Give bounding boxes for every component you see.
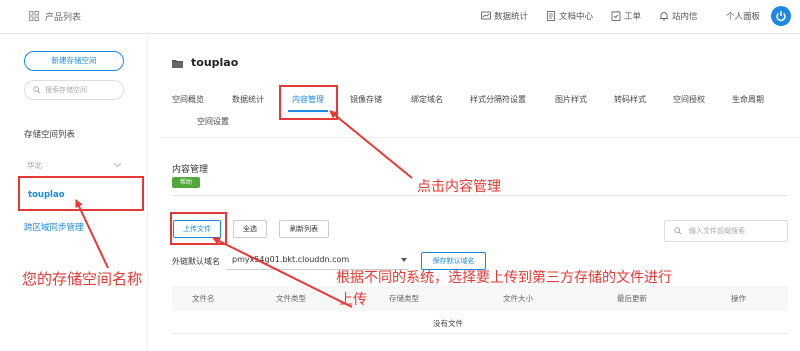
tab-mirror-storage[interactable]: 镜像存储 — [350, 94, 382, 105]
tab-lifecycle[interactable]: 生命周期 — [732, 94, 764, 105]
column-header[interactable]: 文件大小 — [503, 293, 533, 304]
column-header[interactable]: 文件名 — [192, 293, 215, 304]
tab-space-auth[interactable]: 空间授权 — [673, 94, 705, 105]
file-search-placeholder: 输入文件前缀搜索 — [689, 227, 745, 235]
nav-ticket[interactable]: 工单 — [611, 10, 641, 22]
top-bar: 产品列表 数据统计 文档中心 工单 站内信 个人面板 — [0, 0, 800, 34]
folder-icon — [172, 60, 183, 68]
select-all-button[interactable]: 全选 — [233, 220, 267, 238]
column-header[interactable]: 文件类型 — [276, 293, 306, 304]
help-badge[interactable]: 帮助 — [172, 177, 200, 188]
tab-transcode-style[interactable]: 转码样式 — [614, 94, 646, 105]
search-icon — [674, 227, 682, 235]
annotation-bucket-name: 您的存储空间名称 — [22, 270, 143, 288]
annotation-upload-line2: 上传 — [339, 292, 367, 308]
nav-stats-label: 数据统计 — [494, 12, 529, 22]
nav-ticket-label: 工单 — [624, 12, 642, 22]
highlight-upload-button — [170, 212, 227, 245]
tabs-divider — [160, 137, 800, 138]
nav-messages-label: 站内信 — [672, 12, 698, 22]
document-icon — [547, 11, 555, 21]
ticket-icon — [611, 11, 621, 21]
file-prefix-search-input[interactable]: 输入文件前缀搜索 — [664, 220, 788, 242]
power-button[interactable] — [771, 6, 791, 26]
grid-icon[interactable] — [29, 11, 39, 21]
default-domain-label: 外链默认域名 — [172, 257, 220, 266]
nav-docs-label: 文档中心 — [559, 12, 594, 22]
table-header — [172, 286, 788, 311]
nav-messages[interactable]: 站内信 — [659, 10, 698, 22]
tab-stats[interactable]: 数据统计 — [232, 94, 264, 105]
nav-docs[interactable]: 文档中心 — [546, 10, 593, 22]
tab-image-style[interactable]: 图片样式 — [555, 94, 587, 105]
profile-link[interactable]: 个人面板 — [726, 10, 760, 22]
app-title[interactable]: 产品列表 — [45, 10, 81, 23]
region-label[interactable]: 华北 — [27, 160, 42, 171]
column-header[interactable]: 最后更新 — [617, 293, 647, 304]
bucket-search-placeholder: 搜索存储空间 — [45, 86, 87, 94]
nav-stats[interactable]: 数据统计 — [481, 10, 528, 22]
tab-space-settings[interactable]: 空间设置 — [197, 116, 229, 127]
caret-down-icon — [401, 258, 407, 262]
new-bucket-button[interactable]: 新建存储空间 — [24, 51, 124, 71]
tab-overview[interactable]: 空间概览 — [172, 94, 204, 105]
highlight-bucket-name — [18, 176, 144, 211]
bucket-list-title: 存储空间列表 — [24, 130, 76, 140]
column-header: 操作 — [731, 294, 746, 303]
tab-style-separator[interactable]: 样式分隔符设置 — [470, 94, 526, 105]
empty-table-message: 没有文件 — [433, 319, 463, 328]
sidebar-item-cross-region-sync[interactable]: 跨区域同步管理 — [24, 221, 84, 233]
page-title: touplao — [191, 56, 239, 69]
power-icon — [776, 11, 786, 22]
column-header[interactable]: 存储类型 — [389, 293, 419, 304]
default-domain-value: pmyx54g01.bkt.clouddn.com — [232, 255, 350, 264]
highlight-content-tab — [279, 85, 338, 120]
bell-icon — [660, 12, 668, 21]
annotation-upload-line1: 根据不同的系统，选择要上传到第三方存储的文件进行 — [336, 270, 672, 286]
chart-icon — [481, 11, 491, 20]
refresh-list-button[interactable]: 刷新列表 — [279, 220, 329, 238]
annotation-click-content: 点击内容管理 — [417, 179, 501, 195]
bucket-search-input[interactable]: 搜索存储空间 — [24, 80, 124, 100]
table-divider — [172, 333, 788, 334]
section-title: 内容管理 — [172, 165, 209, 175]
chevron-down-icon[interactable] — [113, 162, 122, 168]
search-icon — [33, 86, 41, 94]
tab-bind-domain[interactable]: 绑定域名 — [411, 94, 443, 105]
